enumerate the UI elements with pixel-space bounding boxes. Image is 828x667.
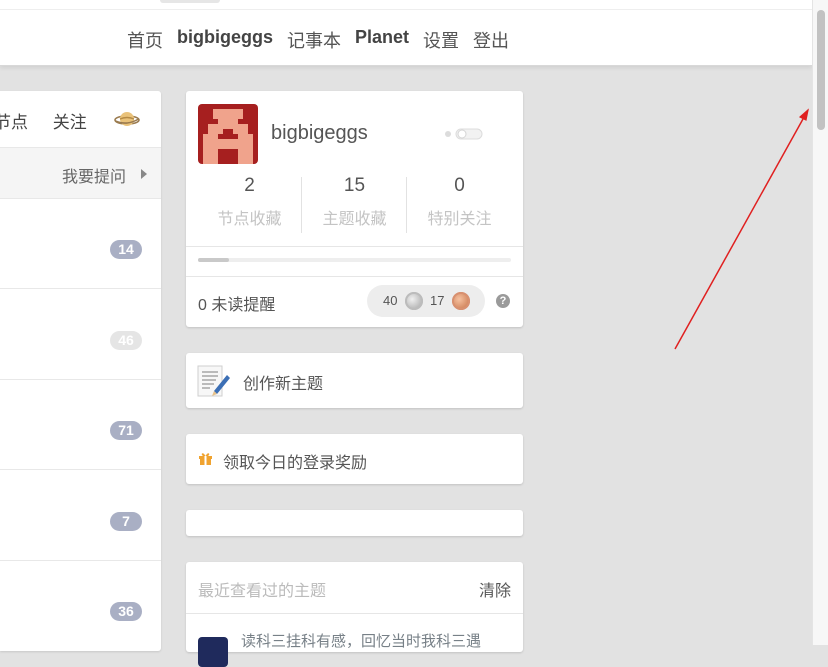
nav-settings[interactable]: 设置 (423, 27, 459, 53)
reply-count-badge[interactable]: 14 (110, 240, 142, 259)
username[interactable]: bigbigeggs (271, 122, 368, 145)
stat-value: 15 (343, 175, 366, 196)
stats-row: 2 节点收藏 15 主题收藏 0 特别关注 (186, 175, 523, 233)
daily-reward-card[interactable]: 领取今日的登录奖励 (186, 434, 523, 484)
panel-tabs: 节点 关注 (0, 108, 107, 133)
top-nav: 首页 bigbigeggs 记事本 Planet 设置 登出 (127, 27, 509, 53)
recent-topics-title: 最近查看过的主题 (198, 583, 327, 600)
topic-list-panel: 节点 关注 我要提问 14 46 71 7 36 (0, 91, 161, 651)
gift-icon (199, 453, 212, 465)
clear-history-button[interactable]: 清除 (479, 577, 511, 601)
divider (186, 613, 523, 614)
header-divider (0, 9, 812, 10)
avatar[interactable] (198, 104, 258, 164)
topic-row[interactable]: 71 (0, 379, 161, 470)
stat-label: 特别关注 (427, 211, 492, 228)
bronze-count: 17 (430, 293, 445, 308)
daily-reward-label: 领取今日的登录奖励 (223, 455, 368, 472)
progress-fill (198, 258, 230, 262)
stat-value: 0 (454, 175, 465, 196)
reply-count-badge[interactable]: 7 (110, 512, 142, 531)
topic-row[interactable]: 14 (0, 198, 161, 289)
divider (186, 276, 523, 277)
divider (186, 246, 523, 247)
create-topic-label: 创作新主题 (243, 376, 324, 393)
stat-label: 节点收藏 (217, 211, 282, 228)
notepad-icon (197, 365, 230, 397)
bronze-coin-icon (452, 292, 470, 310)
balance-badge[interactable]: 40 17 (367, 285, 485, 317)
silver-count: 40 (383, 293, 398, 308)
empty-card (186, 510, 523, 536)
theme-toggle[interactable] (444, 128, 494, 140)
profile-card: bigbigeggs 2 节点收藏 15 主题收藏 0 特别关注 0 未读提醒 … (186, 91, 523, 327)
stat-value: 2 (244, 175, 255, 196)
stat-topics[interactable]: 15 主题收藏 (302, 175, 407, 229)
nav-member[interactable]: bigbigeggs (177, 27, 273, 53)
nav-planet[interactable]: Planet (355, 27, 409, 53)
reply-count-badge[interactable]: 71 (110, 421, 142, 440)
create-topic-card[interactable]: 创作新主题 (186, 353, 523, 408)
top-header: 首页 bigbigeggs 记事本 Planet 设置 登出 (0, 0, 812, 66)
unread-notifications[interactable]: 0 未读提醒 (198, 291, 275, 315)
nav-notes[interactable]: 记事本 (287, 27, 341, 53)
silver-coin-icon (405, 292, 423, 310)
caret-right-icon (141, 169, 147, 179)
recent-topic-link[interactable]: 读科三挂科有感，回忆当时我科三遇 (241, 630, 481, 651)
nav-logout[interactable]: 登出 (473, 27, 509, 53)
ask-question-link[interactable]: 我要提问 (0, 147, 161, 199)
stat-label: 主题收藏 (322, 211, 387, 228)
progress-bar (198, 258, 511, 262)
tab-nodes[interactable]: 节点 (0, 113, 28, 132)
stat-nodes[interactable]: 2 节点收藏 (197, 175, 302, 229)
stat-following[interactable]: 0 特别关注 (407, 175, 512, 229)
reply-count-badge[interactable]: 46 (110, 331, 142, 350)
topic-row[interactable]: 7 (0, 470, 161, 561)
help-icon[interactable]: ? (496, 294, 510, 308)
planet-icon[interactable] (114, 108, 140, 130)
tab-following[interactable]: 关注 (53, 113, 87, 132)
ask-question-label: 我要提问 (62, 169, 127, 186)
topic-row[interactable]: 36 (0, 560, 161, 650)
scrollbar-thumb[interactable] (817, 10, 825, 130)
nav-home[interactable]: 首页 (127, 27, 163, 53)
recent-topics-card: 最近查看过的主题 清除 读科三挂科有感，回忆当时我科三遇 (186, 562, 523, 667)
topic-row[interactable]: 46 (0, 289, 161, 380)
browser-tab-remnant (160, 0, 220, 3)
topic-author-avatar[interactable] (198, 637, 228, 667)
reply-count-badge[interactable]: 36 (110, 602, 142, 621)
